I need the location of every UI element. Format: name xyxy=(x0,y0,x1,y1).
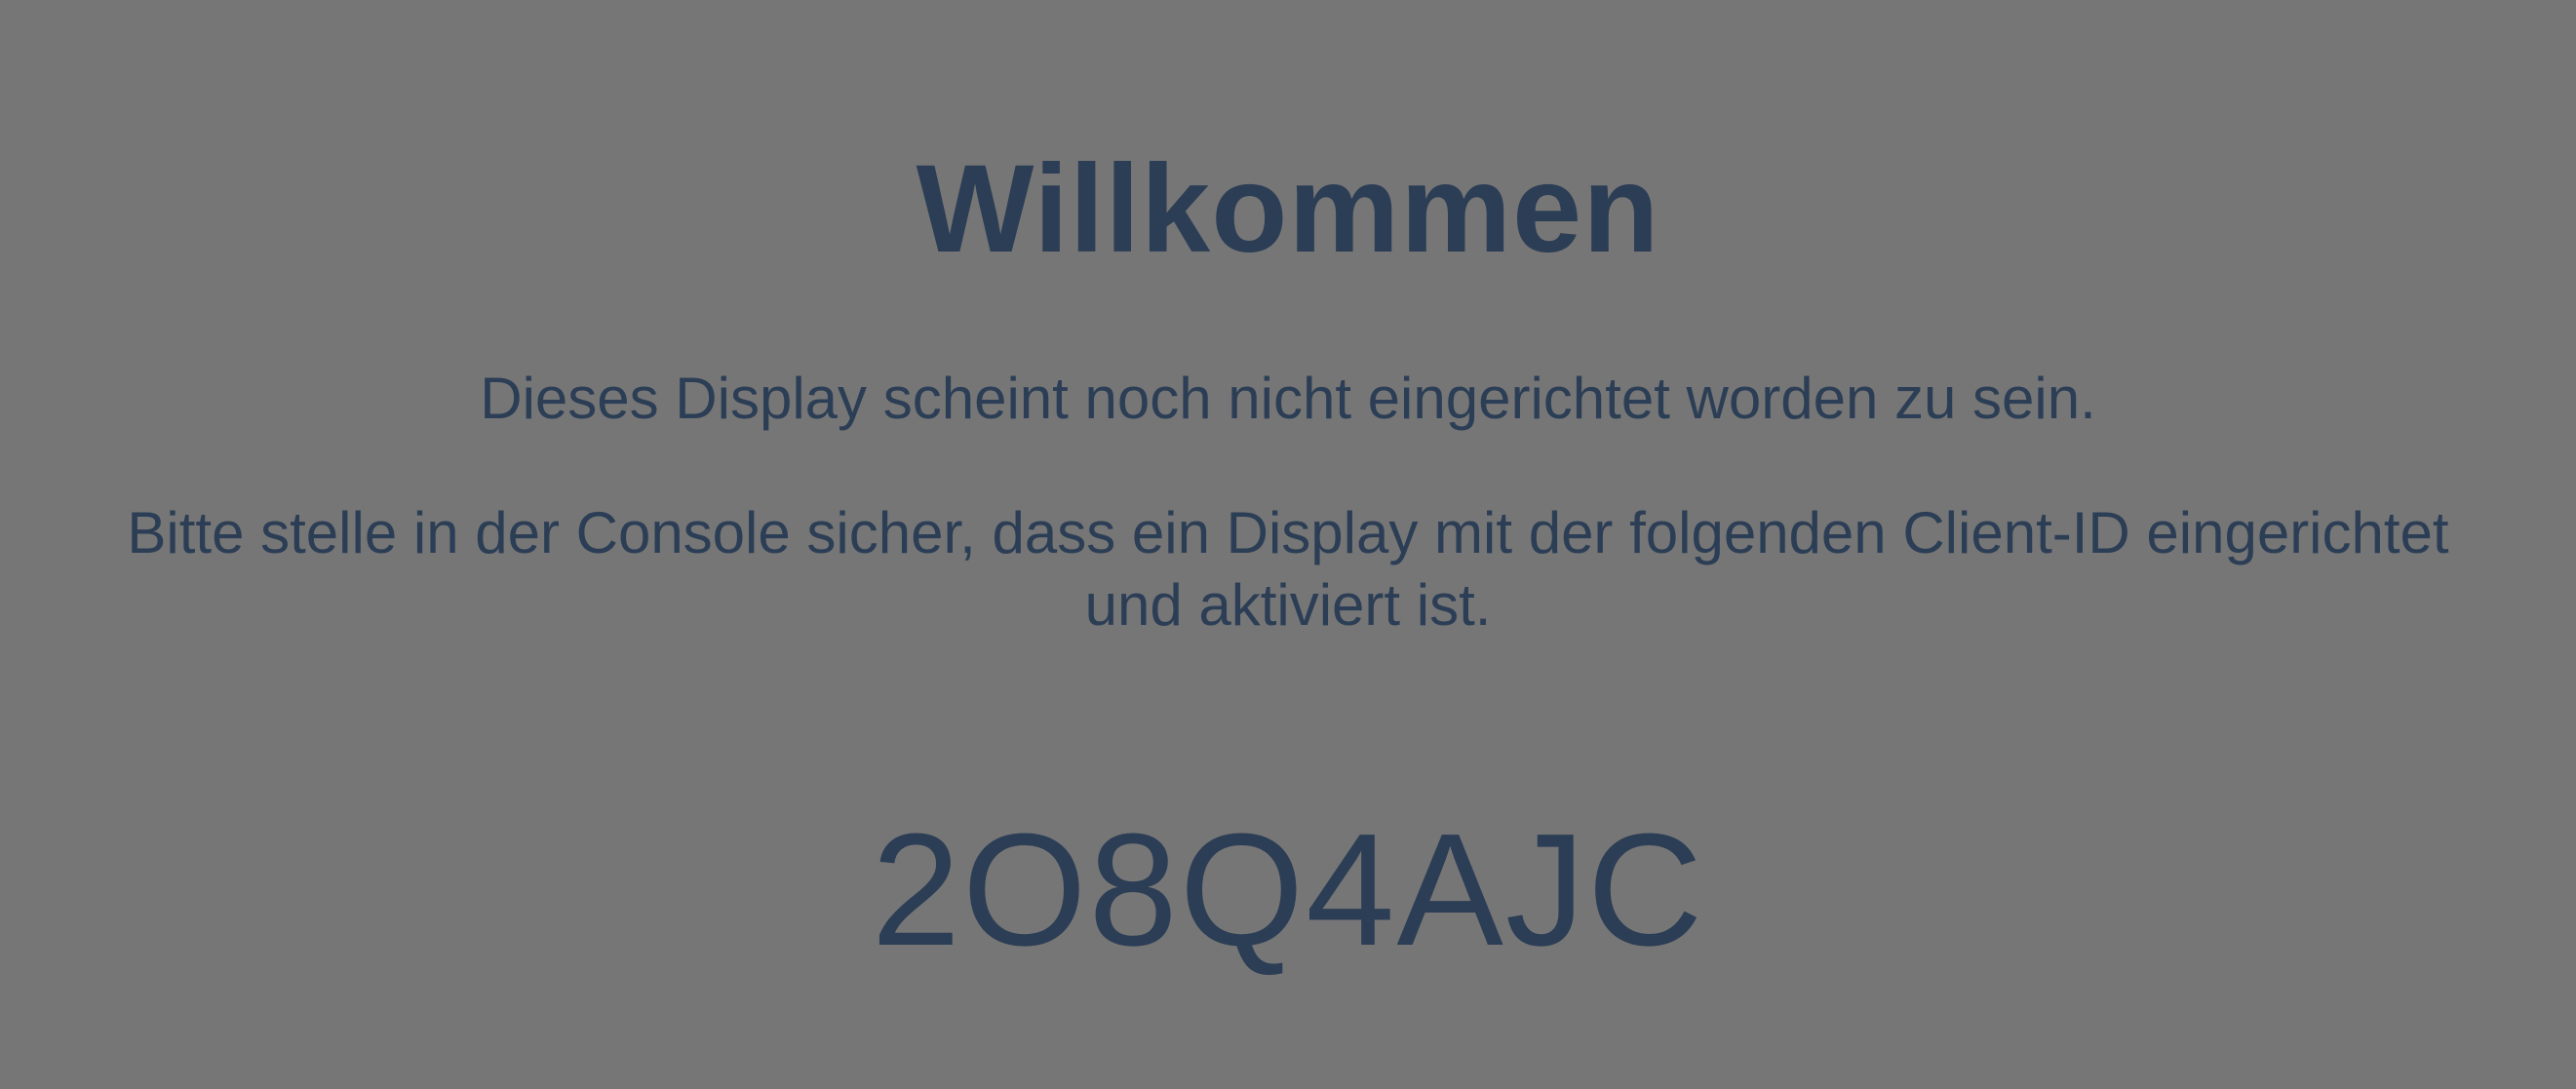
setup-instructions-message: Bitte stelle in der Console sicher, dass… xyxy=(127,500,2449,638)
welcome-screen: Willkommen Dieses Display scheint noch n… xyxy=(0,0,2576,1089)
page-title: Willkommen xyxy=(916,139,1660,279)
setup-status-message: Dieses Display scheint noch nicht einger… xyxy=(480,366,2096,431)
client-id-code: 2O8Q4AJC xyxy=(871,800,1705,979)
